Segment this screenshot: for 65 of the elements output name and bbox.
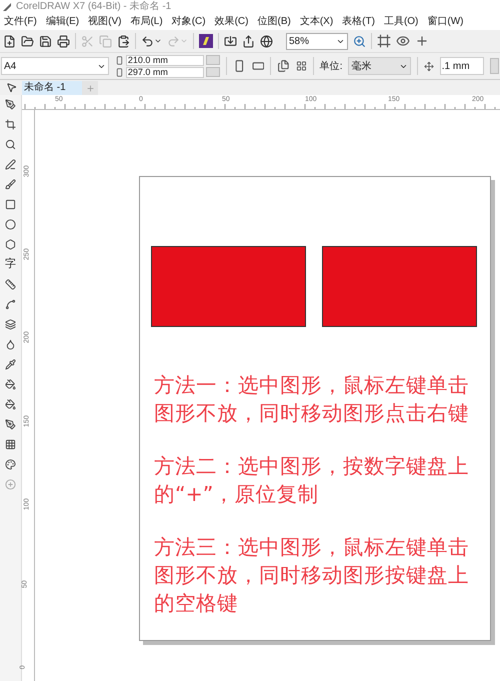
page-size-combo[interactable]: A4 xyxy=(1,57,109,75)
menu-item[interactable]: 视图(V) xyxy=(88,16,122,26)
brush-icon[interactable] xyxy=(5,179,16,190)
layout-icon[interactable] xyxy=(296,60,307,72)
hexagon-icon[interactable] xyxy=(5,239,16,250)
zoom-icon[interactable] xyxy=(353,34,366,48)
menu-item[interactable]: 编辑(E) xyxy=(46,16,80,26)
folder-icon[interactable] xyxy=(21,34,34,48)
app-logo-icon[interactable] xyxy=(199,34,213,48)
magnifier-icon[interactable] xyxy=(5,139,16,150)
printer-icon[interactable] xyxy=(57,34,70,48)
pen-nib-icon[interactable] xyxy=(5,419,16,430)
height-icon xyxy=(114,68,124,76)
layers-icon[interactable] xyxy=(5,319,16,330)
nudge-icon xyxy=(424,60,434,72)
menu-item[interactable]: 效果(C) xyxy=(214,16,248,26)
menu-item[interactable]: 布局(L) xyxy=(130,16,163,26)
export-icon[interactable] xyxy=(242,34,255,48)
height-field[interactable]: 297.0 mm xyxy=(126,66,204,78)
annotation-text: 的空格键 xyxy=(154,590,239,617)
units-combo[interactable]: 毫米 xyxy=(348,57,411,75)
menu-item[interactable]: 表格(T) xyxy=(342,16,375,26)
text-tool[interactable]: 字 xyxy=(4,258,17,271)
import-icon[interactable] xyxy=(224,34,237,48)
globe-icon[interactable] xyxy=(260,34,273,48)
paint-bucket-icon[interactable] xyxy=(5,379,16,390)
eye-icon[interactable] xyxy=(396,34,410,48)
palette-icon[interactable] xyxy=(5,459,16,470)
zoom-level-combo[interactable]: 58% xyxy=(286,32,348,50)
annotation-text: 方法二：选中图形，按数字键盘上 xyxy=(154,453,470,480)
annotation-text: 方法一：选中图形，鼠标左键单击 xyxy=(154,372,470,399)
menu-item[interactable]: 文本(X) xyxy=(300,16,334,26)
undo-icon[interactable] xyxy=(141,34,154,48)
pen-nib-icon[interactable] xyxy=(5,99,16,110)
menu-item[interactable]: 窗口(W) xyxy=(427,16,464,26)
pages-icon[interactable] xyxy=(277,59,290,73)
pointer-icon[interactable] xyxy=(6,82,16,93)
annotation-text: 的“+”，原位复制 xyxy=(154,481,320,508)
pen-icon[interactable] xyxy=(5,159,16,170)
document-tab[interactable]: 未命名 -1 xyxy=(22,81,82,95)
circle-icon[interactable] xyxy=(5,219,16,230)
new-document-icon[interactable] xyxy=(3,34,16,48)
clipboard-icon[interactable] xyxy=(117,34,130,48)
width-icon xyxy=(114,56,124,64)
annotation-text: 方法三：选中图形，鼠标左键单击 xyxy=(154,534,470,561)
annotation-text: 图形不放，同时移动图形按键盘上 xyxy=(154,562,470,589)
paint-bucket-icon[interactable] xyxy=(5,399,16,410)
nudge-field[interactable]: .1 mm xyxy=(440,57,484,75)
units-label: 单位: xyxy=(320,60,342,74)
ruler-icon[interactable] xyxy=(5,279,16,290)
eyedropper-icon[interactable] xyxy=(5,359,16,370)
menu-item[interactable]: 工具(O) xyxy=(384,16,418,26)
width-field[interactable]: 210.0 mm xyxy=(126,54,204,66)
droplet-icon[interactable] xyxy=(5,339,16,350)
curve-icon[interactable] xyxy=(5,299,16,310)
menu-item[interactable]: 对象(C) xyxy=(172,16,206,26)
menu-item[interactable]: 位图(B) xyxy=(257,16,291,26)
save-icon[interactable] xyxy=(39,34,52,48)
menu-item[interactable]: 文件(F) xyxy=(4,16,37,26)
square-icon[interactable] xyxy=(5,199,16,210)
annotation-text: 图形不放，同时移动图形点击右键 xyxy=(154,400,470,427)
window-title: CorelDRAW X7 (64-Bit) - 未命名 -1 xyxy=(16,2,172,12)
grid-icon[interactable] xyxy=(5,439,16,450)
crop-icon[interactable] xyxy=(5,119,16,130)
portrait-icon[interactable] xyxy=(232,59,246,73)
